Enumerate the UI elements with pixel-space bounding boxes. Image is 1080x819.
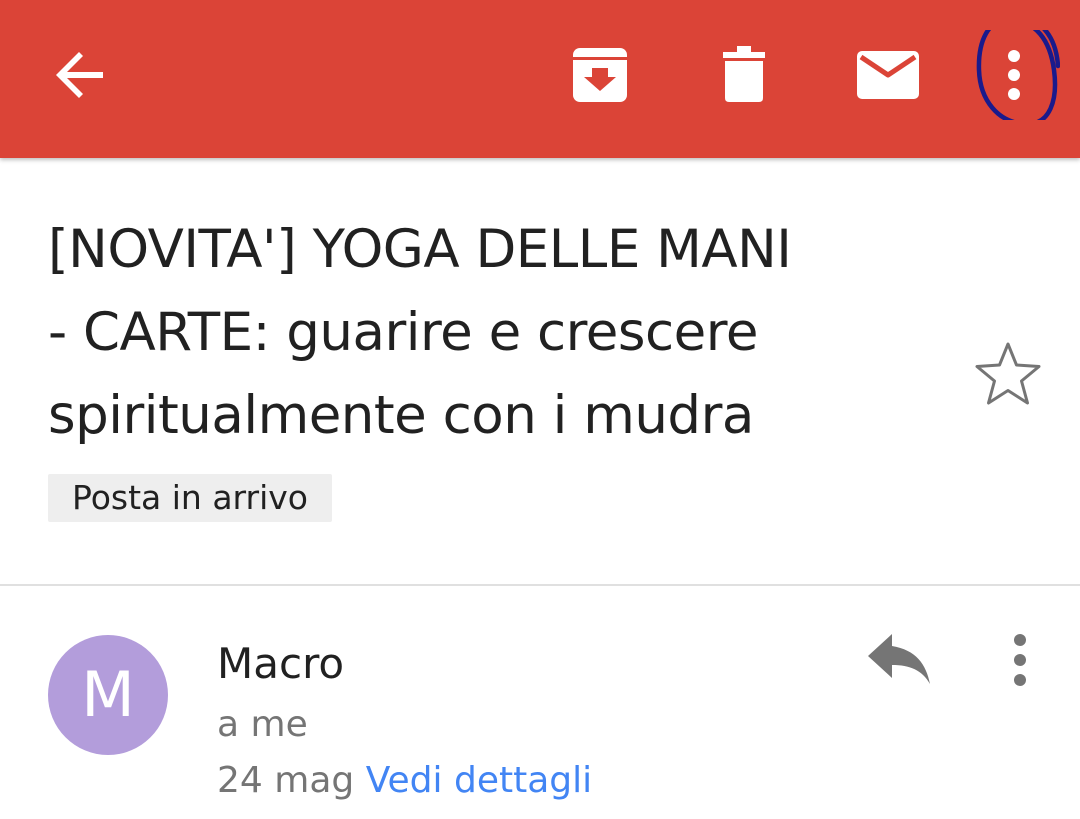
archive-button[interactable]: [555, 30, 645, 120]
more-options-button[interactable]: [970, 30, 1060, 120]
subject-line: spiritualmente con i mudra: [48, 385, 754, 446]
email-subject: [NOVITA'] YOGA DELLE MANI - CARTE: guari…: [48, 208, 948, 457]
label-chip-inbox[interactable]: Posta in arrivo: [48, 474, 332, 522]
avatar-initial: M: [81, 658, 135, 731]
more-vert-icon: [976, 30, 1060, 120]
archive-icon: [573, 48, 627, 102]
subject-line: - CARTE: guarire e crescere: [48, 302, 759, 363]
star-outline-icon: [975, 342, 1041, 405]
recipient-text: a me: [217, 704, 308, 745]
message-more-button[interactable]: [990, 628, 1050, 692]
subject-line: [NOVITA'] YOGA DELLE MANI: [48, 219, 792, 280]
mark-unread-button[interactable]: [843, 30, 933, 120]
label-chip-text: Posta in arrivo: [72, 478, 308, 517]
app-toolbar: [0, 0, 1080, 158]
more-vert-icon: [1014, 634, 1026, 686]
view-details-link[interactable]: Vedi dettagli: [366, 760, 592, 801]
message-meta: 24 mag Vedi dettagli: [217, 756, 592, 806]
reply-button[interactable]: [864, 632, 936, 692]
back-arrow-icon: [56, 52, 103, 98]
reply-icon: [868, 634, 930, 684]
star-button[interactable]: [970, 336, 1046, 412]
divider: [0, 584, 1080, 586]
back-button[interactable]: [37, 30, 127, 120]
avatar[interactable]: M: [48, 635, 168, 755]
delete-button[interactable]: [699, 30, 789, 120]
delete-icon: [723, 46, 765, 102]
sender-name: Macro: [217, 639, 345, 688]
mark-unread-icon: [857, 51, 919, 99]
message-date: 24 mag: [217, 760, 355, 801]
